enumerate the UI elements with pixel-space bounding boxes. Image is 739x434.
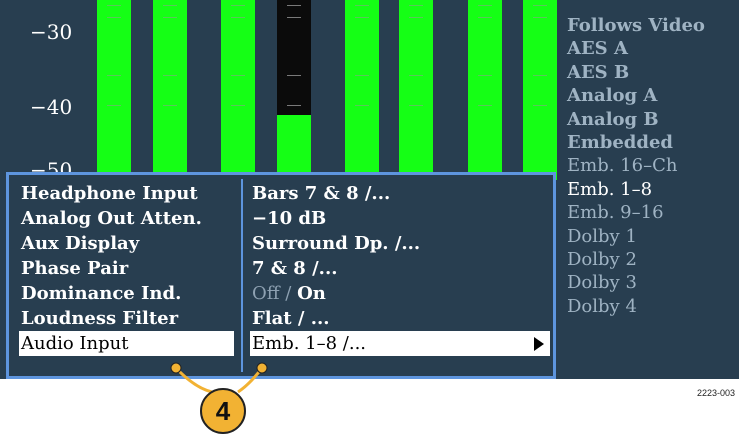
level-meter-bar: [277, 0, 311, 180]
level-meter-bar: [399, 0, 433, 180]
meter-graticule-mark: [533, 17, 547, 18]
meter-graticule-mark: [409, 75, 423, 76]
meter-graticule-mark: [355, 75, 369, 76]
audio-input-option[interactable]: AES A: [567, 37, 739, 60]
audio-input-option[interactable]: Embedded: [567, 131, 739, 154]
menu-values-column: Bars 7 & 8 /... −10 dB Surround Dp. /... 7 …: [250, 181, 550, 356]
meter-graticule-mark: [533, 105, 547, 106]
menu-item-value[interactable]: Emb. 1–8 /...: [250, 331, 550, 356]
meter-graticule-mark: [163, 5, 177, 6]
menu-value-text: Surround Dp. /...: [252, 233, 421, 254]
menu-item-value[interactable]: 7 & 8 /...: [250, 256, 550, 281]
menu-item-value[interactable]: −10 dB: [250, 206, 550, 231]
meter-graticule-mark: [287, 5, 301, 6]
audio-input-option[interactable]: Dolby 2: [567, 248, 739, 271]
meter-graticule-mark: [355, 17, 369, 18]
audio-input-list[interactable]: Follows Video AES A AES B Analog A Analog BE…: [567, 14, 739, 318]
menu-item-label[interactable]: Phase Pair: [19, 256, 234, 281]
meter-graticule-mark: [107, 5, 121, 6]
menu-value-option-off: Off: [252, 283, 280, 304]
level-meter-bar: [345, 0, 379, 180]
scale-tick: −40: [30, 95, 73, 119]
meter-graticule-mark: [478, 75, 492, 76]
submenu-arrow-icon[interactable]: [534, 337, 544, 351]
menu-labels-column: Headphone Input Analog Out Atten. Aux Disp…: [19, 181, 234, 356]
meter-graticule-mark: [355, 5, 369, 6]
audio-input-option[interactable]: Follows Video: [567, 14, 739, 37]
callout-number-badge: 4: [200, 388, 246, 434]
menu-value-text: −10 dB: [252, 208, 327, 229]
meter-graticule-mark: [478, 105, 492, 106]
menu-value-separator: /: [279, 283, 298, 304]
meter-graticule-mark: [107, 17, 121, 18]
menu-item-label[interactable]: Audio Input: [19, 331, 234, 356]
menu-item-label[interactable]: Loudness Filter: [19, 306, 234, 331]
menu-item-value[interactable]: Surround Dp. /...: [250, 231, 550, 256]
scale-tick: −30: [30, 20, 73, 44]
menu-item-label[interactable]: Analog Out Atten.: [19, 206, 234, 231]
meter-graticule-mark: [409, 17, 423, 18]
meter-graticule-mark: [231, 105, 245, 106]
audio-input-option[interactable]: Dolby 3: [567, 271, 739, 294]
menu-item-label[interactable]: Headphone Input: [19, 181, 234, 206]
audio-input-option[interactable]: Emb. 1–8: [567, 178, 739, 201]
menu-value-text: 7 & 8 /...: [252, 258, 338, 279]
meter-graticule-mark: [163, 17, 177, 18]
meter-graticule-mark: [409, 5, 423, 6]
audio-display-screen: −30 −40 −50 Follows Video AES A AES B Analo…: [0, 0, 739, 379]
meter-graticule-mark: [533, 75, 547, 76]
audio-input-option[interactable]: Emb. 9–16: [567, 201, 739, 224]
menu-item-label[interactable]: Dominance Ind.: [19, 281, 234, 306]
audio-input-option[interactable]: Analog B: [567, 108, 739, 131]
level-meter-bar: [523, 0, 557, 180]
meter-graticule-mark: [107, 105, 121, 106]
audio-input-option[interactable]: Emb. 16–Ch: [567, 154, 739, 177]
meter-graticule-mark: [231, 5, 245, 6]
meter-graticule-mark: [231, 75, 245, 76]
menu-value-option-on: On: [297, 283, 326, 304]
level-meter-bar: [468, 0, 502, 180]
meter-graticule-mark: [231, 17, 245, 18]
meter-graticule-mark: [478, 17, 492, 18]
audio-input-option[interactable]: Analog A: [567, 84, 739, 107]
audio-input-option[interactable]: Dolby 4: [567, 295, 739, 318]
level-meters: [97, 0, 560, 180]
menu-item-value[interactable]: Flat / ...: [250, 306, 550, 331]
level-meter-bar: [221, 0, 255, 180]
audio-input-option[interactable]: AES B: [567, 61, 739, 84]
menu-divider: [241, 179, 243, 372]
meter-graticule-mark: [287, 75, 301, 76]
meter-graticule-mark: [163, 75, 177, 76]
meter-graticule-mark: [287, 17, 301, 18]
meter-graticule-mark: [533, 5, 547, 6]
menu-value-text: Flat / ...: [252, 308, 330, 329]
meter-graticule-mark: [478, 5, 492, 6]
level-meter-bar: [97, 0, 131, 180]
level-meter-bar: [153, 0, 187, 180]
meter-graticule-mark: [163, 105, 177, 106]
audio-menu-panel: Headphone Input Analog Out Atten. Aux Disp…: [6, 172, 556, 379]
menu-item-value[interactable]: Bars 7 & 8 /...: [250, 181, 550, 206]
meter-graticule-mark: [287, 105, 301, 106]
menu-value-text: Bars 7 & 8 /...: [252, 183, 391, 204]
meter-graticule-mark: [355, 105, 369, 106]
meter-graticule-mark: [409, 105, 423, 106]
db-scale: −30 −40 −50: [0, 0, 90, 180]
menu-item-value[interactable]: Off / On: [250, 281, 550, 306]
menu-value-text: Emb. 1–8 /...: [252, 333, 367, 354]
meter-graticule-mark: [107, 75, 121, 76]
audio-input-option[interactable]: Dolby 1: [567, 225, 739, 248]
menu-item-label[interactable]: Aux Display: [19, 231, 234, 256]
figure-id: 2223-003: [696, 388, 735, 398]
